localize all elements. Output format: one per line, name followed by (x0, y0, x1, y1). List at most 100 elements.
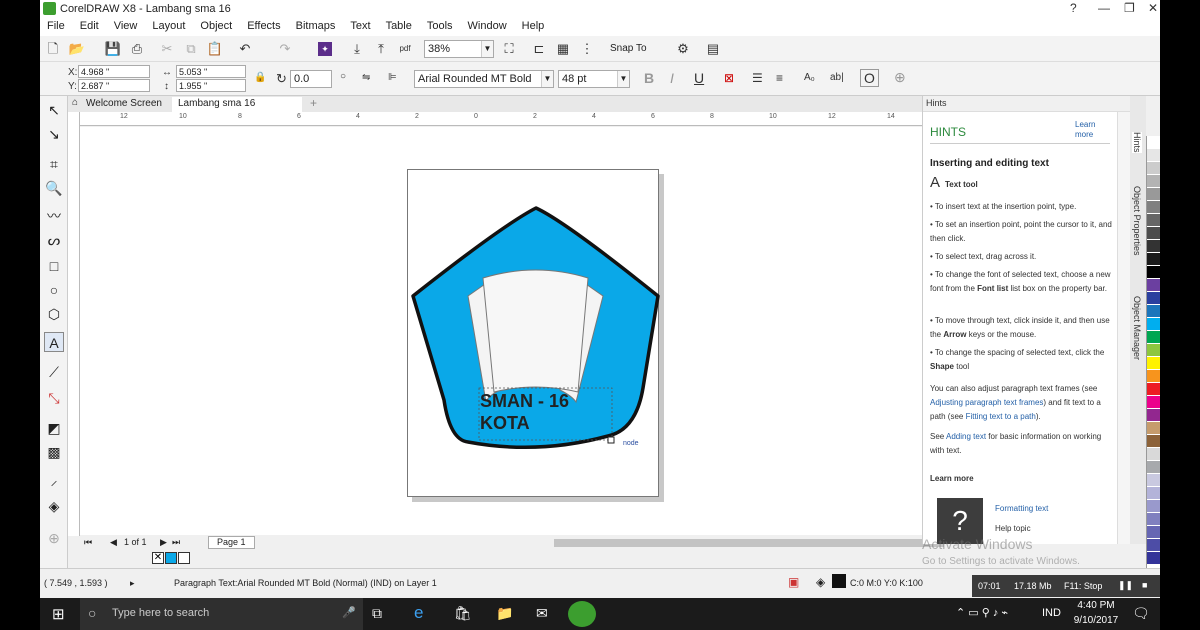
palette-swatch[interactable] (1147, 539, 1160, 552)
polygon-tool-icon[interactable]: ⬡ (44, 304, 64, 324)
palette-swatch[interactable] (1147, 370, 1160, 383)
palette-swatch[interactable] (1147, 201, 1160, 214)
adjusting-frames-link[interactable]: Adjusting paragraph text frames (930, 398, 1043, 407)
menu-view[interactable]: View (107, 18, 146, 36)
palette-swatch[interactable] (1147, 409, 1160, 422)
application-launcher-icon[interactable]: ▤ (704, 40, 722, 58)
show-guidelines-icon[interactable]: ⋮ (578, 40, 596, 58)
coreldraw-taskbar-icon[interactable] (568, 601, 596, 627)
blue-swatch[interactable] (165, 552, 177, 564)
horizontal-align-icon[interactable]: ⊠ (724, 71, 734, 85)
input-language[interactable]: IND (1042, 607, 1061, 619)
crop-tool-icon[interactable]: ⌗ (44, 154, 64, 174)
menu-effects[interactable]: Effects (240, 18, 288, 36)
palette-swatch[interactable] (1147, 253, 1160, 266)
show-grid-icon[interactable]: ▦ (554, 40, 572, 58)
underline-icon[interactable]: U (694, 70, 704, 86)
search-content-icon[interactable]: ✦ (318, 42, 332, 56)
text-align-icon[interactable]: ⊫ (388, 72, 397, 83)
palette-swatch[interactable] (1147, 175, 1160, 188)
connector-tool-icon[interactable]: ⤡ (44, 388, 64, 408)
palette-swatch[interactable] (1147, 214, 1160, 227)
windows-start-icon[interactable]: ⊞ (52, 605, 65, 623)
palette-swatch[interactable] (1147, 500, 1160, 513)
show-rulers-icon[interactable]: ⊏ (530, 40, 548, 58)
x-position-input[interactable]: 4.968 " (78, 65, 150, 78)
color-proof-icon[interactable]: ▣ (788, 575, 799, 589)
snap-to-dropdown[interactable]: Snap To (610, 43, 647, 54)
system-tray-icons[interactable]: ⌃ ▭ ⚲ ♪ ⌁ (956, 606, 1008, 619)
rotation-input[interactable]: 0.0 (290, 70, 332, 88)
palette-swatch[interactable] (1147, 292, 1160, 305)
zoom-level-select[interactable]: 38% ▼ (424, 40, 494, 58)
notifications-icon[interactable]: 🗨 (1132, 605, 1150, 622)
book-center-page[interactable] (482, 269, 589, 393)
drawing-canvas[interactable]: SMAN - 16 KOTA node (80, 127, 946, 535)
no-color-swatch[interactable]: ✕ (152, 552, 164, 564)
text-line-sman-16[interactable]: SMAN - 16 (480, 391, 569, 411)
palette-swatch[interactable] (1147, 266, 1160, 279)
open-icon[interactable]: 📂 (68, 40, 86, 58)
horizontal-scrollbar[interactable] (554, 539, 944, 547)
palette-swatch[interactable] (1147, 422, 1160, 435)
mirror-icon[interactable]: ⇋ (362, 72, 370, 83)
new-document-icon[interactable]: 🗋 (44, 40, 62, 58)
font-list-select[interactable]: Arial Rounded MT Bold ▼ (414, 70, 554, 88)
first-page-icon[interactable]: ⏮ (84, 537, 92, 548)
palette-swatch[interactable] (1147, 513, 1160, 526)
taskbar-search[interactable]: ○ Type here to search 🎤 (80, 598, 363, 630)
freehand-tool-icon[interactable]: 〰 (44, 206, 64, 226)
formatting-text-link[interactable]: Formatting text (995, 502, 1105, 516)
bold-icon[interactable]: B (644, 70, 654, 86)
italic-icon[interactable]: I (670, 70, 674, 86)
stop-recording-label[interactable]: F11: Stop (1064, 581, 1102, 591)
fitting-text-link[interactable]: Fitting text to a path (966, 412, 1036, 421)
new-tab-icon[interactable]: + (310, 96, 317, 110)
page-tab[interactable]: Page 1 (208, 536, 255, 549)
close-button[interactable]: ✕ (1148, 1, 1158, 15)
shape-tool-icon[interactable]: ↘ (44, 124, 64, 144)
menu-layout[interactable]: Layout (145, 18, 193, 36)
palette-swatch[interactable] (1147, 240, 1160, 253)
import-icon[interactable]: ⤓ (348, 40, 366, 58)
palette-swatch[interactable] (1147, 357, 1160, 370)
restore-button[interactable]: ❐ (1124, 1, 1135, 15)
adding-text-link[interactable]: Adding text (946, 432, 986, 441)
palette-swatch[interactable] (1147, 305, 1160, 318)
width-input[interactable]: 5.053 " (176, 65, 246, 78)
interactive-fill-icon[interactable]: ◈ (44, 496, 64, 516)
menu-edit[interactable]: Edit (73, 18, 107, 36)
redo-icon[interactable]: ↷ (276, 40, 294, 58)
pause-icon[interactable]: ❚❚ (1118, 580, 1133, 591)
options-gear-icon[interactable]: ⚙ (674, 40, 692, 58)
clock-time[interactable]: 4:40 PM (1074, 600, 1118, 611)
export-icon[interactable]: ⤒ (372, 40, 390, 58)
palette-swatch[interactable] (1147, 162, 1160, 175)
palette-swatch[interactable] (1147, 318, 1160, 331)
menu-window[interactable]: Window (461, 18, 515, 36)
add-preset-icon[interactable]: ⊕ (894, 69, 906, 86)
text-tool-icon[interactable]: A (44, 332, 64, 352)
paste-icon[interactable]: 📋 (206, 40, 224, 58)
tab-lambang-sma-16[interactable]: Lambang sma 16 (172, 97, 302, 112)
palette-swatch[interactable] (1147, 279, 1160, 292)
bullet-list-icon[interactable]: ☰ (752, 71, 763, 85)
color-palette[interactable] (1146, 136, 1160, 568)
play-icon[interactable]: ▸ (130, 578, 135, 589)
minimize-button[interactable]: — (1098, 1, 1110, 15)
undo-icon[interactable]: ↶ (236, 40, 254, 58)
character-formatting-icon[interactable]: A₀ (804, 72, 815, 83)
document-page[interactable]: SMAN - 16 KOTA node (407, 169, 660, 497)
menu-table[interactable]: Table (379, 18, 420, 36)
white-swatch[interactable] (178, 552, 190, 564)
palette-swatch[interactable] (1147, 474, 1160, 487)
copy-icon[interactable]: ⧉ (182, 40, 200, 58)
palette-swatch[interactable] (1147, 448, 1160, 461)
save-icon[interactable]: 💾 (104, 40, 122, 58)
palette-swatch[interactable] (1147, 487, 1160, 500)
parallel-dimension-icon[interactable]: ⟋ (44, 362, 64, 382)
height-input[interactable]: 1.955 " (176, 79, 246, 92)
palette-swatch[interactable] (1147, 344, 1160, 357)
vertical-text-icon[interactable]: O (860, 69, 879, 87)
menu-bitmaps[interactable]: Bitmaps (289, 18, 344, 36)
